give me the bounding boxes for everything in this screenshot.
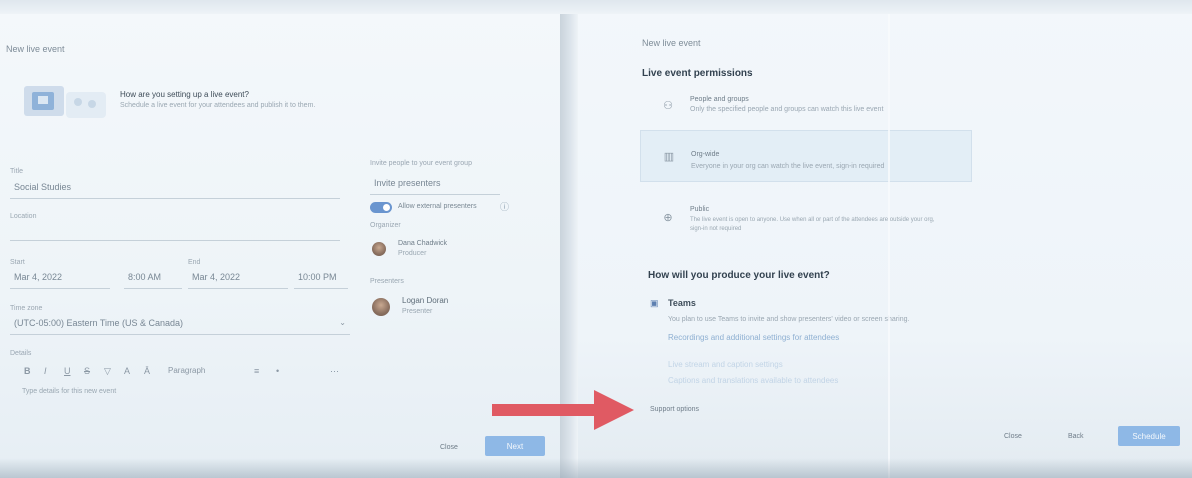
strikethrough-icon[interactable]: S — [84, 366, 90, 376]
live-event-illustration — [24, 86, 106, 118]
invite-label: Invite people to your event group — [370, 160, 472, 167]
start-time-value: 8:00 AM — [128, 272, 162, 282]
end-label: End — [188, 259, 201, 266]
end-time-field[interactable]: 10:00 PM — [294, 268, 348, 289]
red-arrow-icon — [492, 390, 634, 430]
schedule-button[interactable]: Schedule — [1118, 426, 1180, 446]
location-label: Location — [10, 213, 37, 220]
invite-input[interactable]: Invite presenters — [370, 174, 500, 195]
details-label: Details — [10, 350, 32, 357]
back-button[interactable]: Back — [1068, 433, 1084, 440]
font-size-icon[interactable]: Ā — [144, 366, 150, 376]
option-description: The live event is open to anyone. Use wh… — [690, 217, 935, 232]
underline-icon[interactable]: U — [64, 366, 71, 376]
produce-title: How will you produce your live event? — [648, 270, 830, 281]
fold-line — [888, 0, 890, 478]
teams-label[interactable]: Teams — [668, 298, 696, 308]
dialog-header: New live event — [6, 44, 65, 54]
info-icon[interactable]: ⓘ — [500, 200, 509, 213]
end-time-value: 10:00 PM — [298, 272, 337, 282]
paragraph-dropdown[interactable]: Paragraph — [168, 366, 205, 375]
next-button[interactable]: Next — [485, 436, 545, 456]
font-color-icon[interactable]: A — [124, 366, 130, 376]
end-date-value: Mar 4, 2022 — [192, 272, 241, 282]
presenter-name: Logan Doran — [402, 296, 449, 305]
close-button[interactable]: Close — [440, 444, 458, 451]
building-icon: ▥ — [663, 151, 675, 163]
toggle-label: Allow external presenters — [398, 203, 477, 210]
people-icon: ⚇ — [663, 100, 673, 112]
timezone-select[interactable]: (UTC-05:00) Eastern Time (US & Canada) ⌄ — [10, 314, 350, 335]
permission-option-public[interactable]: ⊕ Public The live event is open to anyon… — [640, 196, 970, 244]
teams-description: You plan to use Teams to invite and show… — [668, 316, 910, 323]
invite-input-text: Invite presenters — [374, 178, 441, 188]
organizer-label: Organizer — [370, 222, 401, 229]
title-label: Title — [10, 168, 23, 175]
setup-description: Schedule a live event for your attendees… — [120, 102, 316, 109]
option-title: Public — [690, 206, 710, 213]
chevron-down-icon: ⌄ — [339, 318, 346, 327]
highlight-icon[interactable]: ▽ — [104, 366, 111, 377]
close-button[interactable]: Close — [1004, 433, 1022, 440]
setup-title: How are you setting up a live event? — [120, 90, 249, 99]
support-options-link[interactable]: Support options — [650, 406, 699, 413]
italic-icon[interactable]: I — [44, 366, 47, 376]
left-dialog: New live event How are you setting up a … — [0, 0, 560, 478]
permission-option-people[interactable]: ⚇ People and groups Only the specified p… — [640, 90, 970, 126]
dialog-header: New live event — [642, 38, 701, 48]
bullet-list-icon[interactable]: • — [276, 366, 279, 376]
bold-icon[interactable]: B — [24, 366, 31, 376]
more-icon[interactable]: ⋯ — [330, 366, 339, 377]
presenter-label: Presenters — [370, 278, 404, 285]
top-edge-blur — [0, 0, 1192, 14]
external-presenters-toggle[interactable] — [370, 202, 392, 213]
location-field[interactable] — [10, 220, 340, 241]
captions-link[interactable]: Captions and translations available to a… — [668, 376, 838, 385]
details-editor[interactable]: Type details for this new event — [22, 388, 116, 395]
start-label: Start — [10, 259, 25, 266]
option-title: People and groups — [690, 96, 749, 103]
title-value: Social Studies — [14, 182, 72, 192]
start-date-value: Mar 4, 2022 — [14, 272, 63, 282]
stream-settings-link[interactable]: Live stream and caption settings — [668, 360, 783, 369]
align-icon[interactable]: ≡ — [254, 366, 259, 376]
timezone-label: Time zone — [10, 305, 43, 312]
timezone-value: (UTC-05:00) Eastern Time (US & Canada) — [14, 318, 184, 328]
option-description: Everyone in your org can watch the live … — [691, 163, 885, 170]
bottom-edge-shadow — [0, 458, 1192, 478]
organizer-role[interactable]: Producer — [398, 250, 426, 257]
title-field[interactable]: Social Studies — [10, 178, 340, 199]
globe-icon: ⊕ — [663, 212, 673, 224]
teams-settings-link[interactable]: Recordings and additional settings for a… — [668, 333, 839, 342]
end-date-field[interactable]: Mar 4, 2022 — [188, 268, 288, 289]
permissions-title: Live event permissions — [642, 68, 753, 79]
presenter-role[interactable]: Presenter — [402, 308, 432, 315]
avatar — [372, 242, 386, 256]
option-title: Org-wide — [691, 151, 720, 158]
avatar — [372, 298, 390, 316]
start-date-field[interactable]: Mar 4, 2022 — [10, 268, 110, 289]
organizer-name: Dana Chadwick — [398, 240, 448, 247]
teams-icon: ▣ — [650, 298, 659, 308]
option-description: Only the specified people and groups can… — [690, 106, 884, 113]
permission-option-org-wide[interactable]: ▥ Org-wide Everyone in your org can watc… — [640, 130, 972, 182]
start-time-field[interactable]: 8:00 AM — [124, 268, 182, 289]
